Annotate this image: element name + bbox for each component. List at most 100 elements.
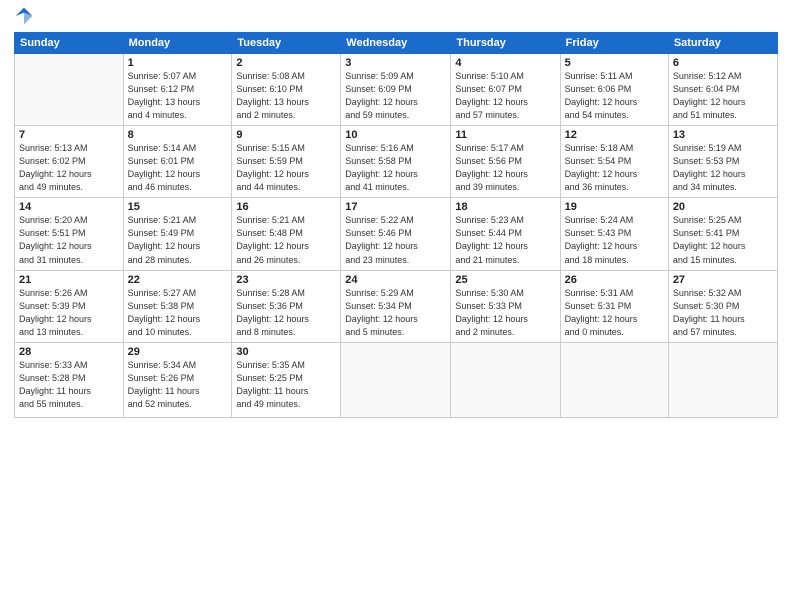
day-number: 15: [128, 201, 228, 213]
day-cell: [15, 54, 124, 126]
day-number: 10: [345, 129, 446, 141]
day-info: Sunrise: 5:12 AMSunset: 6:04 PMDaylight:…: [673, 70, 773, 122]
logo: [14, 10, 36, 26]
day-info: Sunrise: 5:21 AMSunset: 5:48 PMDaylight:…: [236, 214, 336, 266]
day-info: Sunrise: 5:14 AMSunset: 6:01 PMDaylight:…: [128, 142, 228, 194]
weekday-header-friday: Friday: [560, 33, 668, 54]
day-info: Sunrise: 5:35 AMSunset: 5:25 PMDaylight:…: [236, 359, 336, 411]
day-cell: 17Sunrise: 5:22 AMSunset: 5:46 PMDayligh…: [341, 198, 451, 270]
day-number: 21: [19, 274, 119, 286]
day-cell: 6Sunrise: 5:12 AMSunset: 6:04 PMDaylight…: [668, 54, 777, 126]
day-info: Sunrise: 5:09 AMSunset: 6:09 PMDaylight:…: [345, 70, 446, 122]
calendar: SundayMondayTuesdayWednesdayThursdayFrid…: [14, 32, 778, 418]
week-row-4: 28Sunrise: 5:33 AMSunset: 5:28 PMDayligh…: [15, 342, 778, 417]
day-number: 26: [565, 274, 664, 286]
header: [14, 10, 778, 26]
day-cell: [341, 342, 451, 417]
day-cell: 13Sunrise: 5:19 AMSunset: 5:53 PMDayligh…: [668, 126, 777, 198]
day-info: Sunrise: 5:11 AMSunset: 6:06 PMDaylight:…: [565, 70, 664, 122]
day-cell: 24Sunrise: 5:29 AMSunset: 5:34 PMDayligh…: [341, 270, 451, 342]
day-cell: 5Sunrise: 5:11 AMSunset: 6:06 PMDaylight…: [560, 54, 668, 126]
day-number: 23: [236, 274, 336, 286]
day-cell: [668, 342, 777, 417]
day-cell: 4Sunrise: 5:10 AMSunset: 6:07 PMDaylight…: [451, 54, 560, 126]
weekday-header-saturday: Saturday: [668, 33, 777, 54]
day-info: Sunrise: 5:17 AMSunset: 5:56 PMDaylight:…: [455, 142, 555, 194]
day-cell: 19Sunrise: 5:24 AMSunset: 5:43 PMDayligh…: [560, 198, 668, 270]
day-info: Sunrise: 5:08 AMSunset: 6:10 PMDaylight:…: [236, 70, 336, 122]
day-cell: 27Sunrise: 5:32 AMSunset: 5:30 PMDayligh…: [668, 270, 777, 342]
day-cell: 26Sunrise: 5:31 AMSunset: 5:31 PMDayligh…: [560, 270, 668, 342]
day-info: Sunrise: 5:15 AMSunset: 5:59 PMDaylight:…: [236, 142, 336, 194]
day-cell: 15Sunrise: 5:21 AMSunset: 5:49 PMDayligh…: [123, 198, 232, 270]
day-info: Sunrise: 5:18 AMSunset: 5:54 PMDaylight:…: [565, 142, 664, 194]
day-info: Sunrise: 5:27 AMSunset: 5:38 PMDaylight:…: [128, 287, 228, 339]
weekday-header-monday: Monday: [123, 33, 232, 54]
weekday-header-row: SundayMondayTuesdayWednesdayThursdayFrid…: [15, 33, 778, 54]
day-number: 6: [673, 57, 773, 69]
day-number: 5: [565, 57, 664, 69]
day-info: Sunrise: 5:16 AMSunset: 5:58 PMDaylight:…: [345, 142, 446, 194]
day-cell: 20Sunrise: 5:25 AMSunset: 5:41 PMDayligh…: [668, 198, 777, 270]
weekday-header-thursday: Thursday: [451, 33, 560, 54]
day-info: Sunrise: 5:28 AMSunset: 5:36 PMDaylight:…: [236, 287, 336, 339]
week-row-2: 14Sunrise: 5:20 AMSunset: 5:51 PMDayligh…: [15, 198, 778, 270]
day-number: 14: [19, 201, 119, 213]
logo-icon: [14, 6, 34, 26]
day-cell: 22Sunrise: 5:27 AMSunset: 5:38 PMDayligh…: [123, 270, 232, 342]
day-info: Sunrise: 5:26 AMSunset: 5:39 PMDaylight:…: [19, 287, 119, 339]
day-cell: 12Sunrise: 5:18 AMSunset: 5:54 PMDayligh…: [560, 126, 668, 198]
day-cell: 28Sunrise: 5:33 AMSunset: 5:28 PMDayligh…: [15, 342, 124, 417]
day-number: 1: [128, 57, 228, 69]
day-info: Sunrise: 5:32 AMSunset: 5:30 PMDaylight:…: [673, 287, 773, 339]
day-number: 30: [236, 346, 336, 358]
day-number: 27: [673, 274, 773, 286]
page: SundayMondayTuesdayWednesdayThursdayFrid…: [0, 0, 792, 612]
day-number: 19: [565, 201, 664, 213]
week-row-0: 1Sunrise: 5:07 AMSunset: 6:12 PMDaylight…: [15, 54, 778, 126]
day-cell: 30Sunrise: 5:35 AMSunset: 5:25 PMDayligh…: [232, 342, 341, 417]
day-cell: [451, 342, 560, 417]
day-number: 4: [455, 57, 555, 69]
day-cell: 7Sunrise: 5:13 AMSunset: 6:02 PMDaylight…: [15, 126, 124, 198]
day-number: 3: [345, 57, 446, 69]
day-info: Sunrise: 5:34 AMSunset: 5:26 PMDaylight:…: [128, 359, 228, 411]
day-info: Sunrise: 5:25 AMSunset: 5:41 PMDaylight:…: [673, 214, 773, 266]
day-cell: 2Sunrise: 5:08 AMSunset: 6:10 PMDaylight…: [232, 54, 341, 126]
day-cell: 3Sunrise: 5:09 AMSunset: 6:09 PMDaylight…: [341, 54, 451, 126]
day-cell: 9Sunrise: 5:15 AMSunset: 5:59 PMDaylight…: [232, 126, 341, 198]
day-number: 2: [236, 57, 336, 69]
week-row-3: 21Sunrise: 5:26 AMSunset: 5:39 PMDayligh…: [15, 270, 778, 342]
day-cell: 18Sunrise: 5:23 AMSunset: 5:44 PMDayligh…: [451, 198, 560, 270]
day-info: Sunrise: 5:29 AMSunset: 5:34 PMDaylight:…: [345, 287, 446, 339]
day-number: 18: [455, 201, 555, 213]
day-info: Sunrise: 5:23 AMSunset: 5:44 PMDaylight:…: [455, 214, 555, 266]
day-number: 25: [455, 274, 555, 286]
day-number: 16: [236, 201, 336, 213]
day-number: 17: [345, 201, 446, 213]
day-number: 9: [236, 129, 336, 141]
day-cell: 25Sunrise: 5:30 AMSunset: 5:33 PMDayligh…: [451, 270, 560, 342]
day-number: 28: [19, 346, 119, 358]
day-cell: 21Sunrise: 5:26 AMSunset: 5:39 PMDayligh…: [15, 270, 124, 342]
day-info: Sunrise: 5:13 AMSunset: 6:02 PMDaylight:…: [19, 142, 119, 194]
day-number: 12: [565, 129, 664, 141]
weekday-header-tuesday: Tuesday: [232, 33, 341, 54]
day-number: 22: [128, 274, 228, 286]
day-number: 24: [345, 274, 446, 286]
day-info: Sunrise: 5:33 AMSunset: 5:28 PMDaylight:…: [19, 359, 119, 411]
day-info: Sunrise: 5:07 AMSunset: 6:12 PMDaylight:…: [128, 70, 228, 122]
day-cell: 8Sunrise: 5:14 AMSunset: 6:01 PMDaylight…: [123, 126, 232, 198]
day-cell: [560, 342, 668, 417]
day-number: 7: [19, 129, 119, 141]
day-cell: 29Sunrise: 5:34 AMSunset: 5:26 PMDayligh…: [123, 342, 232, 417]
day-info: Sunrise: 5:21 AMSunset: 5:49 PMDaylight:…: [128, 214, 228, 266]
day-info: Sunrise: 5:19 AMSunset: 5:53 PMDaylight:…: [673, 142, 773, 194]
day-cell: 1Sunrise: 5:07 AMSunset: 6:12 PMDaylight…: [123, 54, 232, 126]
day-number: 20: [673, 201, 773, 213]
weekday-header-sunday: Sunday: [15, 33, 124, 54]
day-cell: 10Sunrise: 5:16 AMSunset: 5:58 PMDayligh…: [341, 126, 451, 198]
day-info: Sunrise: 5:30 AMSunset: 5:33 PMDaylight:…: [455, 287, 555, 339]
day-info: Sunrise: 5:24 AMSunset: 5:43 PMDaylight:…: [565, 214, 664, 266]
day-cell: 14Sunrise: 5:20 AMSunset: 5:51 PMDayligh…: [15, 198, 124, 270]
